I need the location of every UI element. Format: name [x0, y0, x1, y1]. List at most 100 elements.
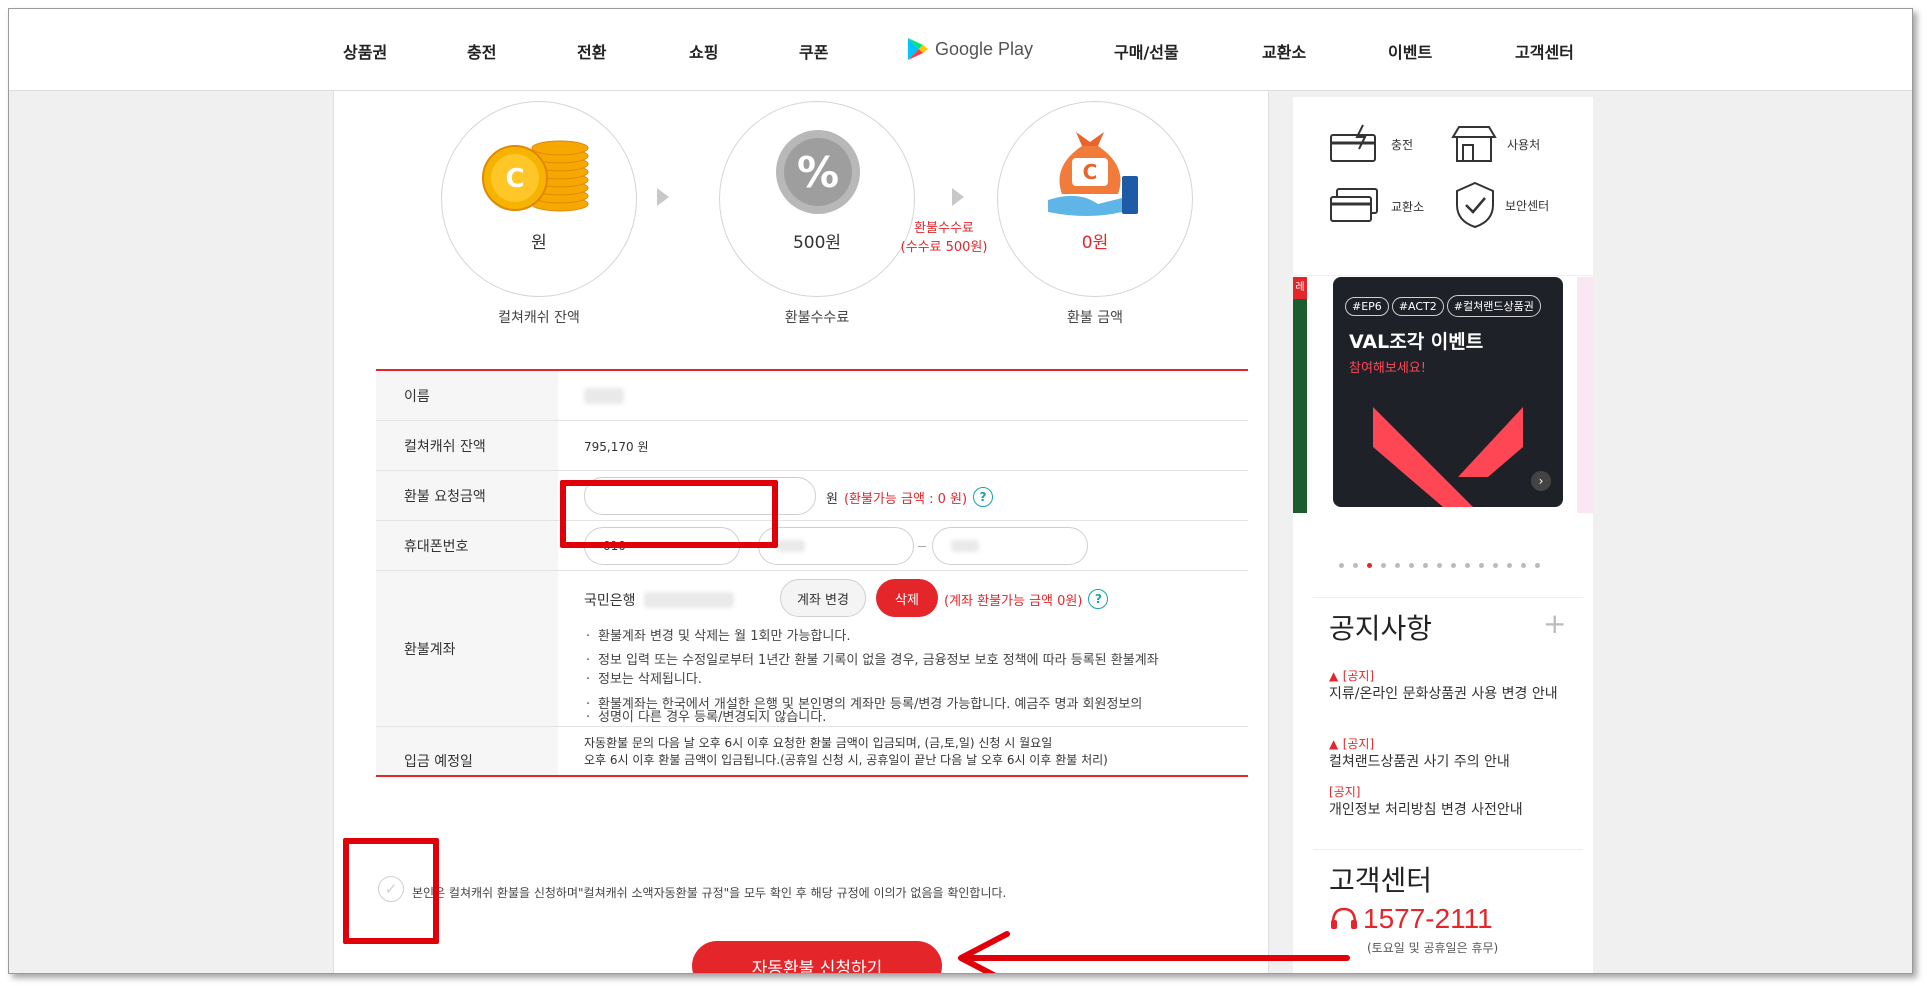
quick-link-label: 사용처 [1507, 137, 1541, 152]
notice-title: 공지사항 [1329, 612, 1433, 645]
help-icon[interactable]: ? [973, 487, 994, 507]
store-icon [1451, 126, 1497, 162]
request-label: 환불 요청금액 [376, 471, 558, 520]
notice-more-button[interactable]: + [1543, 607, 1566, 640]
fee-amount: 500원 [792, 233, 842, 253]
deposit-line1: 자동환불 문의 다음 날 오후 6시 이후 요청한 환불 금액이 입금되며, (… [584, 736, 1053, 750]
pagination-dot[interactable] [1507, 563, 1512, 568]
pagination-dot[interactable] [1339, 563, 1344, 568]
svg-text:C: C [1083, 160, 1098, 184]
banner-next-button[interactable]: › [1531, 471, 1551, 491]
google-play-label: Google Play [935, 38, 1034, 59]
account-note: (계좌 환불가능 금액 0원) [944, 593, 1083, 609]
notice-text: 컬쳐랜드상품권 사기 주의 안내 [1329, 754, 1510, 770]
balance-row: 컬쳐캐쉬 잔액 795,170 원 [376, 421, 1248, 471]
account-info: 국민은행 [584, 590, 734, 610]
banner-tag: #ACT2 [1391, 297, 1444, 316]
pagination-dot[interactable] [1395, 563, 1400, 568]
fee-note-line1: 환불수수료 [914, 221, 974, 236]
money-bag-icon: C [1048, 132, 1138, 216]
top-navigation: 상품권 충전 전환 쇼핑 쿠폰 Google Play 구매/선물 교환소 이벤… [9, 9, 1912, 91]
pagination-dot[interactable] [1493, 563, 1498, 568]
account-rule-cont: 정보는 삭제됩니다. [586, 670, 702, 689]
pagination-dot[interactable] [1479, 563, 1484, 568]
highlight-box [560, 480, 778, 548]
nav-item-convert[interactable]: 전환 [577, 39, 606, 63]
nav-item-event[interactable]: 이벤트 [1388, 39, 1432, 63]
account-rule: 정보 입력 또는 수정일로부터 1년간 환불 기록이 없을 경우, 금융정보 보… [586, 651, 1159, 670]
account-number-blurred [643, 592, 734, 608]
pagination-dot[interactable] [1381, 563, 1386, 568]
help-icon[interactable]: ? [1088, 589, 1109, 609]
nav-item-purchase-gift[interactable]: 구매/선물 [1114, 39, 1179, 63]
notice-tag-wrap: ▲ [공지] [1329, 667, 1569, 685]
quick-link-security[interactable]: 보안센터 [1453, 181, 1549, 229]
notice-item[interactable]: [공지] 개인정보 처리방침 변경 사전안내 [1329, 783, 1569, 819]
pagination-dot[interactable] [1451, 563, 1456, 568]
quick-link-exchange[interactable]: 교환소 [1329, 185, 1424, 227]
right-sidebar: 충전 사용처 교환소 보안센터 레 #EP6 #ACT2 #컬쳐랜드상품권 VAL조… [1293, 97, 1593, 973]
pagination-dot[interactable] [1409, 563, 1414, 568]
banner-next-peek [1577, 277, 1593, 513]
name-value [584, 388, 624, 408]
highlight-arrow-icon [958, 931, 1350, 973]
delete-account-button[interactable]: 삭제 [876, 579, 938, 617]
notice-item[interactable]: ▲ [공지] 지류/온라인 문화상품권 사용 변경 안내 [1329, 667, 1569, 703]
notice-text: 지류/온라인 문화상품권 사용 변경 안내 [1329, 686, 1558, 702]
divider [1313, 849, 1583, 850]
nav-item-customer-center[interactable]: 고객센터 [1515, 39, 1574, 63]
valorant-logo-icon [1373, 407, 1523, 507]
balance-amount: 원 [531, 233, 547, 253]
pagination-dot[interactable] [1521, 563, 1526, 568]
request-note: (환불가능 금액 : 0 원) [843, 491, 968, 507]
quick-link-charge[interactable]: 충전 [1329, 123, 1413, 165]
banner-title: VAL조각 이벤트 [1349, 331, 1484, 353]
change-account-button[interactable]: 계좌 변경 [780, 579, 866, 617]
nav-item-google-play[interactable]: Google Play [907, 37, 1033, 61]
bank-name: 국민은행 [584, 593, 636, 609]
fee-caption: 환불수수료 [784, 310, 850, 326]
quick-link-label: 보안센터 [1505, 198, 1550, 213]
nav-item-shopping[interactable]: 쇼핑 [689, 39, 718, 63]
pagination-dot-active[interactable] [1367, 563, 1372, 568]
account-rule-cont-text: 정보는 삭제됩니다. [598, 672, 702, 687]
banner-tag: #EP6 [1345, 297, 1389, 316]
divider [1313, 597, 1583, 598]
pagination-dot[interactable] [1535, 563, 1540, 568]
svg-text:%: % [797, 148, 839, 197]
warning-icon: ▲ [1329, 737, 1339, 751]
refund-caption: 환불 금액 [1067, 310, 1123, 326]
divider [1293, 275, 1593, 276]
account-row: 환불계좌 국민은행 계좌 변경 삭제 (계좌 환불가능 금액 0원) ? 환불계… [376, 571, 1248, 727]
nav-item-giftcard[interactable]: 상품권 [343, 39, 387, 63]
phone-middle-input[interactable] [758, 527, 914, 565]
refund-amount: 0원 [1081, 233, 1109, 253]
pagination-dot[interactable] [1353, 563, 1358, 568]
auto-refund-submit-button[interactable]: 자동환불 신청하기 [692, 941, 942, 973]
cs-note: (토요일 및 공휴일은 휴무) [1367, 941, 1499, 955]
pagination-dot[interactable] [1437, 563, 1442, 568]
svg-text:C: C [505, 164, 524, 194]
nav-item-exchange[interactable]: 교환소 [1262, 39, 1306, 63]
nav-item-charge[interactable]: 충전 [467, 39, 496, 63]
cs-phone[interactable]: 1577-2111 [1363, 903, 1493, 935]
fee-note: 환불수수료 (수수료 500원) [894, 219, 994, 257]
agree-text: 본인은 컬쳐캐쉬 환불을 신청하며"컬쳐캐쉬 소액자동환불 규정"을 모두 확인… [412, 886, 1007, 900]
nav-item-coupon[interactable]: 쿠폰 [799, 39, 828, 63]
quick-link-store[interactable]: 사용처 [1449, 123, 1540, 165]
phone-last-input[interactable] [932, 527, 1088, 565]
fee-note-line2: (수수료 500원) [900, 240, 988, 255]
notice-item[interactable]: ▲ [공지] 컬쳐랜드상품권 사기 주의 안내 [1329, 735, 1569, 771]
balance-value: 795,170 원 [584, 440, 649, 454]
banner-prev-peek: 레 [1293, 277, 1307, 513]
event-banner[interactable]: #EP6 #ACT2 #컬쳐랜드상품권 VAL조각 이벤트 참여해보세요! › [1333, 277, 1563, 507]
account-rule-cont: 성명이 다른 경우 등록/변경되지 않습니다. [586, 708, 826, 727]
charge-card-icon [1330, 124, 1376, 162]
account-note-wrap: (계좌 환불가능 금액 0원) ? [944, 589, 1109, 609]
balance-label: 컬쳐캐쉬 잔액 [376, 421, 558, 470]
pagination-dot[interactable] [1423, 563, 1428, 568]
notice-tag: [공지] [1342, 737, 1375, 751]
pagination-dot[interactable] [1465, 563, 1470, 568]
deposit-line2: 오후 6시 이후 환불 금액이 입금됩니다.(공휴일 신청 시, 공휴일이 끝난… [584, 753, 1108, 767]
account-rule-cont-text: 성명이 다른 경우 등록/변경되지 않습니다. [598, 710, 827, 725]
